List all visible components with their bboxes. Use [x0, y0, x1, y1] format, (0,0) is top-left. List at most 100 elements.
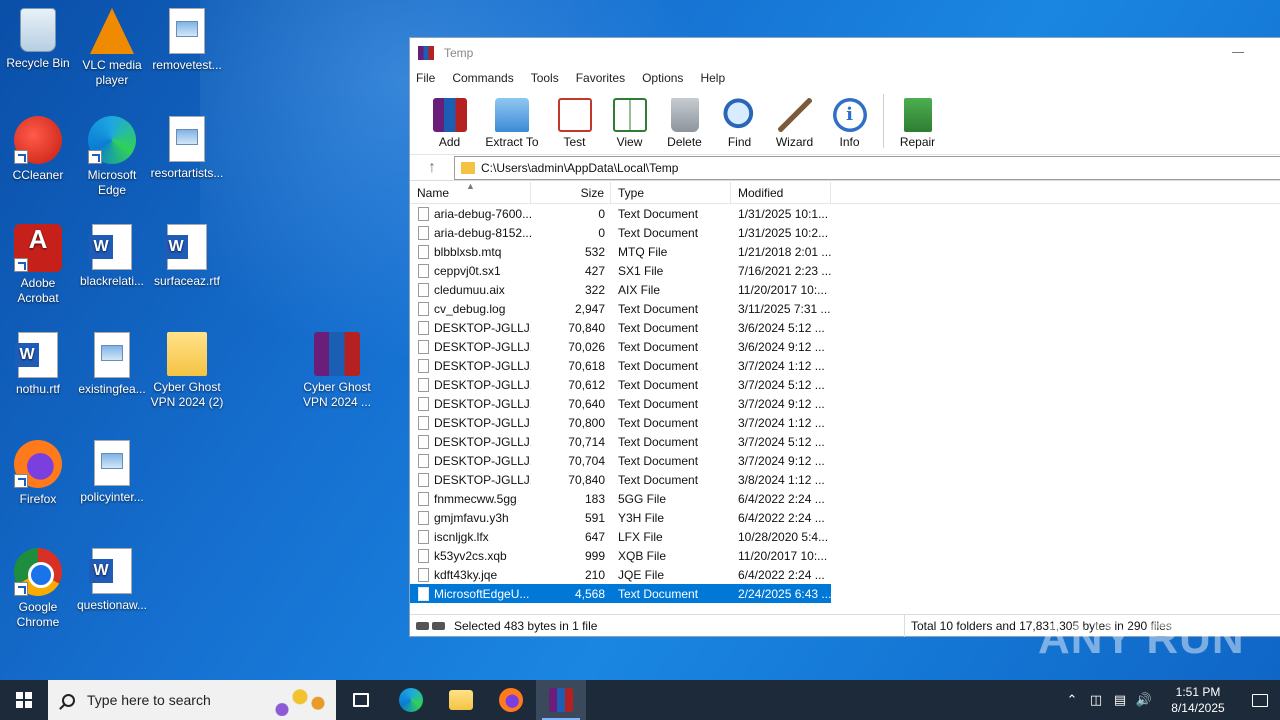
status-drive-icons[interactable]: [410, 621, 454, 630]
file-name-cell: DESKTOP-JGLLJ...: [410, 396, 531, 411]
file-size-cell: 183: [584, 491, 605, 506]
desktop-icon-surfaceaz[interactable]: W surfaceaz.rtf: [149, 224, 225, 289]
file-type-cell: Text Document: [618, 320, 699, 335]
desktop-icon-resortartists[interactable]: resortartists...: [149, 116, 225, 181]
path-field[interactable]: C:\Users\admin\AppData\Local\Temp: [454, 155, 1280, 180]
file-type-cell: LFX File: [618, 529, 663, 544]
delete-button-label: Delete: [667, 135, 702, 149]
column-header-modified[interactable]: Modified: [731, 182, 831, 204]
file-row[interactable]: DESKTOP-JGLLJ... 70,640 Text Document 3/7/2…: [410, 394, 1280, 413]
menu-options[interactable]: Options: [642, 71, 683, 85]
delete-button[interactable]: Delete: [657, 98, 712, 154]
text-file-icon: [418, 434, 429, 449]
desktop-icon-recycle-bin[interactable]: Recycle Bin: [0, 8, 76, 71]
desktop-icon-microsoft-edge[interactable]: Microsoft Edge: [74, 116, 150, 198]
file-type-cell: SX1 File: [618, 263, 664, 278]
minimize-button[interactable]: [1232, 52, 1244, 53]
desktop-icon-adobe-acrobat[interactable]: Adobe Acrobat: [0, 224, 76, 306]
desktop-icon-cyber-ghost-folder[interactable]: Cyber Ghost VPN 2024 (2): [149, 332, 225, 410]
desktop-icon-existingfea[interactable]: existingfea...: [74, 332, 150, 397]
desktop-icon-blackrelati[interactable]: W blackrelati...: [74, 224, 150, 289]
desktop-icon-questionaw[interactable]: W questionaw...: [74, 548, 150, 613]
menu-help[interactable]: Help: [700, 71, 725, 85]
desktop-icon-cyber-ghost-archive[interactable]: Cyber Ghost VPN 2024 ...: [299, 332, 375, 410]
file-modified-cell: 10/28/2020 5:4...: [738, 529, 829, 544]
desktop-icon-label: Firefox: [19, 492, 57, 506]
menu-file[interactable]: File: [416, 71, 435, 85]
title-bar[interactable]: Temp: [410, 38, 1280, 67]
desktop-icon-removetest[interactable]: removetest...: [149, 8, 225, 73]
column-header-name[interactable]: ▲ Name: [410, 182, 531, 204]
taskbar-edge[interactable]: [386, 680, 436, 720]
start-button[interactable]: [0, 680, 48, 720]
desktop-icon-nothu[interactable]: W nothu.rtf: [0, 332, 76, 397]
file-row[interactable]: DESKTOP-JGLLJ... 70,612 Text Document 3/7/2…: [410, 375, 1280, 394]
wizard-button-label: Wizard: [775, 135, 814, 149]
test-button[interactable]: Test: [547, 98, 602, 154]
file-row[interactable]: DESKTOP-JGLLJ... 70,618 Text Document 3/7/2…: [410, 356, 1280, 375]
up-arrow-icon[interactable]: ↑: [410, 159, 454, 177]
view-button[interactable]: View: [602, 98, 657, 154]
firefox-icon: [14, 440, 62, 488]
file-row[interactable]: aria-debug-8152... 0 Text Document 1/31/202…: [410, 223, 1280, 242]
desktop-icon-vlc[interactable]: VLC media player: [74, 8, 150, 88]
file-name-cell: DESKTOP-JGLLJ...: [410, 320, 531, 335]
magic-wand-icon: [777, 98, 812, 132]
file-modified-cell: 3/7/2024 5:12 ...: [738, 434, 825, 449]
menu-tools[interactable]: Tools: [531, 71, 559, 85]
file-row[interactable]: DESKTOP-JGLLJ... 70,026 Text Document 3/6/2…: [410, 337, 1280, 356]
add-button[interactable]: Add: [422, 98, 477, 154]
text-file-icon: [418, 263, 429, 278]
file-row[interactable]: kdft43ky.jqe 210 JQE File 6/4/2022 2:24 ...: [410, 565, 1280, 584]
taskbar-winrar[interactable]: [536, 680, 586, 720]
taskbar-search[interactable]: Type here to search: [48, 680, 336, 720]
network-icon[interactable]: ▤: [1108, 692, 1132, 708]
desktop-icon-label: VLC media player: [82, 58, 142, 87]
file-type-cell: AIX File: [618, 282, 661, 297]
file-type-cell: Text Document: [618, 301, 699, 316]
file-row[interactable]: MicrosoftEdgeU... 4,568 Text Document 2/24/…: [410, 584, 831, 603]
find-button[interactable]: Find: [712, 98, 767, 154]
file-row[interactable]: cv_debug.log 2,947 Text Document 3/11/2025 …: [410, 299, 1280, 318]
file-row[interactable]: blbblxsb.mtq 532 MTQ File 1/21/2018 2:01 ..…: [410, 242, 1280, 261]
desktop-icon-label: blackrelati...: [79, 274, 145, 288]
device-icon[interactable]: ◫: [1084, 692, 1108, 708]
column-header-size[interactable]: Size: [531, 182, 611, 204]
file-row[interactable]: DESKTOP-JGLLJ... 70,840 Text Document 3/6/2…: [410, 318, 1280, 337]
file-row[interactable]: iscnljgk.lfx 647 LFX File 10/28/2020 5:4...: [410, 527, 1280, 546]
file-row[interactable]: DESKTOP-JGLLJ... 70,800 Text Document 3/7/2…: [410, 413, 1280, 432]
menu-commands[interactable]: Commands: [452, 71, 513, 85]
file-row[interactable]: k53yv2cs.xqb 999 XQB File 11/20/2017 10:...: [410, 546, 1280, 565]
file-row[interactable]: DESKTOP-JGLLJ... 70,704 Text Document 3/7/2…: [410, 451, 1280, 470]
clock[interactable]: 1:51 PM 8/14/2025: [1160, 684, 1236, 716]
file-row[interactable]: gmjmfavu.y3h 591 Y3H File 6/4/2022 2:24 ...: [410, 508, 1280, 527]
file-row[interactable]: DESKTOP-JGLLJ... 70,840 Text Document 3/8/2…: [410, 470, 1280, 489]
volume-icon[interactable]: 🔊: [1132, 692, 1156, 708]
desktop-icon-ccleaner[interactable]: CCleaner: [0, 116, 76, 183]
column-header-type[interactable]: Type: [611, 182, 731, 204]
text-file-icon: [418, 453, 429, 468]
file-row[interactable]: cledumuu.aix 322 AIX File 11/20/2017 10:...: [410, 280, 1280, 299]
image-file-icon: [169, 8, 205, 54]
repair-icon: [903, 98, 932, 132]
desktop-icon-google-chrome[interactable]: Google Chrome: [0, 548, 76, 630]
file-row[interactable]: DESKTOP-JGLLJ... 70,714 Text Document 3/7/2…: [410, 432, 1280, 451]
chevron-up-icon[interactable]: ⌃: [1060, 692, 1084, 708]
winrar-archive-icon: [314, 332, 360, 376]
notification-button[interactable]: [1240, 680, 1280, 720]
wizard-button[interactable]: Wizard: [767, 98, 822, 154]
image-file-icon: [94, 332, 130, 378]
file-row[interactable]: aria-debug-7600... 0 Text Document 1/31/202…: [410, 204, 1280, 223]
taskbar-firefox[interactable]: [486, 680, 536, 720]
task-view-button[interactable]: [336, 680, 386, 720]
desktop-icon-firefox[interactable]: Firefox: [0, 440, 76, 507]
file-row[interactable]: fnmmecww.5gg 183 5GG File 6/4/2022 2:24 ...: [410, 489, 1280, 508]
repair-button[interactable]: Repair: [890, 98, 945, 154]
taskbar-file-explorer[interactable]: [436, 680, 486, 720]
file-row[interactable]: ceppvj0t.sx1 427 SX1 File 7/16/2021 2:23 ..…: [410, 261, 1280, 280]
info-button[interactable]: Info: [822, 98, 877, 154]
menu-favorites[interactable]: Favorites: [576, 71, 625, 85]
extract-to-button[interactable]: Extract To: [477, 98, 547, 154]
file-modified-cell: 3/11/2025 7:31 ...: [738, 301, 831, 316]
desktop-icon-policyinter[interactable]: policyinter...: [74, 440, 150, 505]
